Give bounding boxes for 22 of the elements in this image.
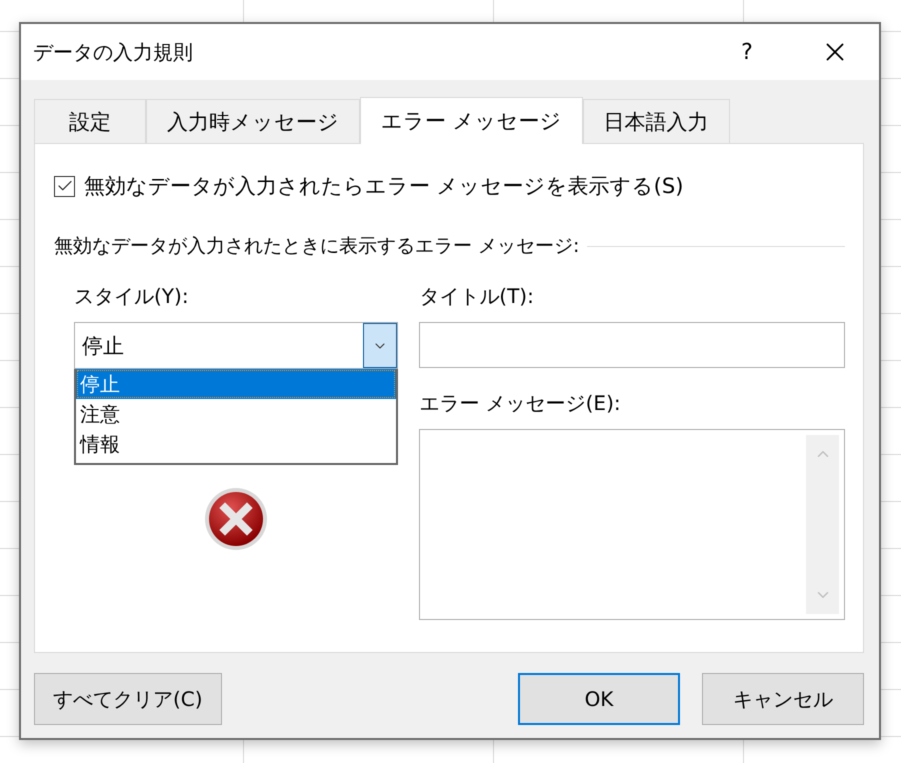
tab[interactable]: 設定 [34, 99, 146, 143]
error-icon [204, 487, 268, 551]
dialog-button[interactable]: キャンセル [702, 673, 864, 725]
checkbox[interactable] [54, 176, 75, 196]
scroll-bar[interactable] [806, 435, 839, 614]
dialog-button[interactable]: すべてクリア(C) [34, 673, 222, 725]
section-label: 無効なデータが入力されたときに表示するエラー メッセージ: [54, 234, 580, 259]
dialog-button[interactable]: OK [518, 673, 680, 725]
dropdown-button[interactable] [363, 323, 398, 368]
message-label: エラー メッセージ(E): [419, 390, 622, 417]
style-dropdown[interactable]: 停止 [74, 322, 398, 369]
title-label: タイトル(T): [419, 283, 535, 310]
help-button[interactable]: ? [717, 27, 777, 77]
tab[interactable]: エラー メッセージ [360, 97, 583, 144]
checkbox-label: 無効なデータが入力されたらエラー メッセージを表示する(S) [84, 173, 684, 200]
dropdown-option[interactable]: 停止 [76, 369, 396, 399]
title-field[interactable] [419, 322, 845, 368]
tab[interactable]: 入力時メッセージ [146, 99, 360, 143]
style-label: スタイル(Y): [74, 283, 190, 310]
message-field[interactable] [419, 429, 845, 620]
window-title: データの入力規則 [33, 38, 194, 66]
tab[interactable]: 日本語入力 [582, 99, 730, 143]
